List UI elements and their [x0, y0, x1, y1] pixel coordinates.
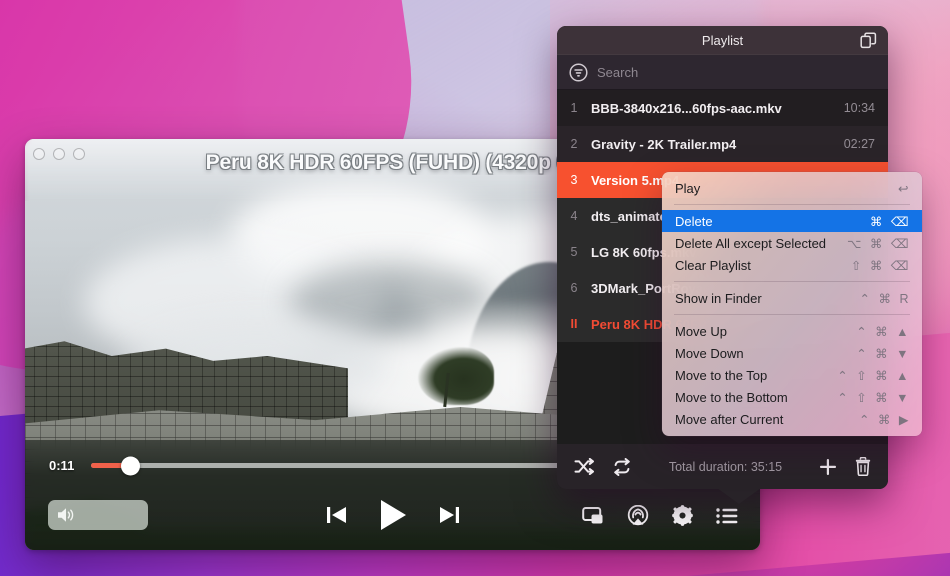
- skip-back-icon: [324, 503, 350, 527]
- row-index: 1: [557, 101, 591, 115]
- volume-slider[interactable]: [48, 500, 148, 530]
- row-index: 6: [557, 281, 591, 295]
- filter-circle-icon: [569, 63, 588, 82]
- menu-item-label: Move Down: [675, 346, 856, 361]
- menu-item-delete-all-except-selected[interactable]: Delete All except Selected ⌥ ⌘ ⌫: [662, 232, 922, 254]
- play-button[interactable]: [376, 497, 410, 533]
- menu-separator: [674, 314, 910, 315]
- menu-item-move-down[interactable]: Move Down ⌃ ⌘ ▼: [662, 342, 922, 364]
- trash-icon: [855, 457, 871, 476]
- playlist-panel-pointer: [717, 488, 761, 504]
- playlist-search-bar[interactable]: Search: [557, 55, 888, 90]
- playlist-row-2[interactable]: 2 Gravity - 2K Trailer.mp4 02:27: [557, 126, 888, 162]
- menu-item-shortcut: ⌃ ⌘ ▲: [856, 324, 911, 339]
- current-time-label: 0:11: [49, 458, 79, 473]
- menu-item-shortcut: ⌃ ⌘ ▶: [859, 412, 911, 427]
- plus-icon: [819, 458, 837, 476]
- menu-item-label: Move Up: [675, 324, 856, 339]
- playlist-title: Playlist: [702, 33, 743, 48]
- menu-item-shortcut: ⌃ ⇧ ⌘ ▲: [837, 368, 911, 383]
- menu-item-shortcut: ⌃ ⌘ R: [860, 291, 911, 306]
- playlist-row-1[interactable]: 1 BBB-3840x216...60fps-aac.mkv 10:34: [557, 90, 888, 126]
- player-right-icons: [582, 505, 738, 526]
- menu-item-label: Delete: [675, 214, 870, 229]
- row-title: Gravity - 2K Trailer.mp4: [591, 137, 836, 152]
- next-track-button[interactable]: [436, 503, 462, 527]
- menu-item-move-after-current[interactable]: Move after Current ⌃ ⌘ ▶: [662, 408, 922, 430]
- pip-icon: [582, 506, 604, 526]
- row-index: 3: [557, 173, 591, 187]
- picture-in-picture-button[interactable]: [582, 506, 604, 526]
- menu-item-clear-playlist[interactable]: Clear Playlist ⇧ ⌘ ⌫: [662, 254, 922, 276]
- menu-item-shortcut: ⌃ ⌘ ▼: [856, 346, 911, 361]
- playlist-context-menu: Play ↩ Delete ⌘ ⌫ Delete All except Sele…: [662, 172, 922, 436]
- row-index: 4: [557, 209, 591, 223]
- menu-item-play[interactable]: Play ↩: [662, 177, 922, 199]
- menu-item-shortcut: ⌥ ⌘ ⌫: [847, 236, 911, 251]
- menu-item-show-in-finder[interactable]: Show in Finder ⌃ ⌘ R: [662, 287, 922, 309]
- menu-separator: [674, 281, 910, 282]
- previous-track-button[interactable]: [324, 503, 350, 527]
- row-title: BBB-3840x216...60fps-aac.mkv: [591, 101, 836, 116]
- menu-item-label: Play: [675, 181, 898, 196]
- menu-item-move-up[interactable]: Move Up ⌃ ⌘ ▲: [662, 320, 922, 342]
- menu-item-label: Move after Current: [675, 412, 859, 427]
- desktop-background: Peru 8K HDR 60FPS (FUHD) (4320p 60 0:11: [0, 0, 950, 576]
- playlist-footer: Total duration: 35:15: [557, 444, 888, 489]
- gear-icon: [672, 505, 693, 526]
- seek-slider-knob[interactable]: [121, 456, 140, 475]
- repeat-button[interactable]: [612, 458, 632, 476]
- row-duration: 10:34: [844, 101, 875, 115]
- menu-item-shortcut: ⌃ ⇧ ⌘ ▼: [837, 390, 911, 405]
- duplicate-playlist-button[interactable]: [860, 32, 877, 54]
- airplay-button[interactable]: [627, 505, 649, 526]
- repeat-icon: [612, 458, 632, 476]
- settings-button[interactable]: [672, 505, 693, 526]
- playlist-header: Playlist: [557, 26, 888, 55]
- row-duration: 02:27: [844, 137, 875, 151]
- menu-separator: [674, 204, 910, 205]
- list-icon: [716, 507, 738, 525]
- playlist-search-input[interactable]: Search: [597, 65, 638, 80]
- row-playing-indicator: II: [557, 317, 591, 331]
- speaker-wave-icon: [56, 506, 78, 524]
- menu-item-label: Show in Finder: [675, 291, 860, 306]
- add-file-button[interactable]: [819, 458, 837, 476]
- playlist-toggle-button[interactable]: [716, 507, 738, 525]
- menu-item-label: Delete All except Selected: [675, 236, 847, 251]
- menu-item-shortcut: ↩: [898, 181, 911, 196]
- menu-item-label: Clear Playlist: [675, 258, 851, 273]
- shuffle-icon: [574, 458, 594, 475]
- menu-item-shortcut: ⌘ ⌫: [870, 214, 911, 229]
- menu-item-move-to-bottom[interactable]: Move to the Bottom ⌃ ⇧ ⌘ ▼: [662, 386, 922, 408]
- skip-forward-icon: [436, 503, 462, 527]
- delete-button[interactable]: [855, 457, 871, 476]
- row-index: 5: [557, 245, 591, 259]
- airplay-icon: [627, 505, 649, 526]
- play-triangle-icon: [376, 497, 410, 533]
- menu-item-delete[interactable]: Delete ⌘ ⌫: [662, 210, 922, 232]
- row-index: 2: [557, 137, 591, 151]
- menu-item-shortcut: ⇧ ⌘ ⌫: [851, 258, 911, 273]
- menu-item-move-to-top[interactable]: Move to the Top ⌃ ⇧ ⌘ ▲: [662, 364, 922, 386]
- menu-item-label: Move to the Top: [675, 368, 837, 383]
- total-duration-label: Total duration: 35:15: [650, 460, 801, 474]
- shuffle-button[interactable]: [574, 458, 594, 475]
- duplicate-windows-icon: [860, 32, 877, 49]
- menu-item-label: Move to the Bottom: [675, 390, 837, 405]
